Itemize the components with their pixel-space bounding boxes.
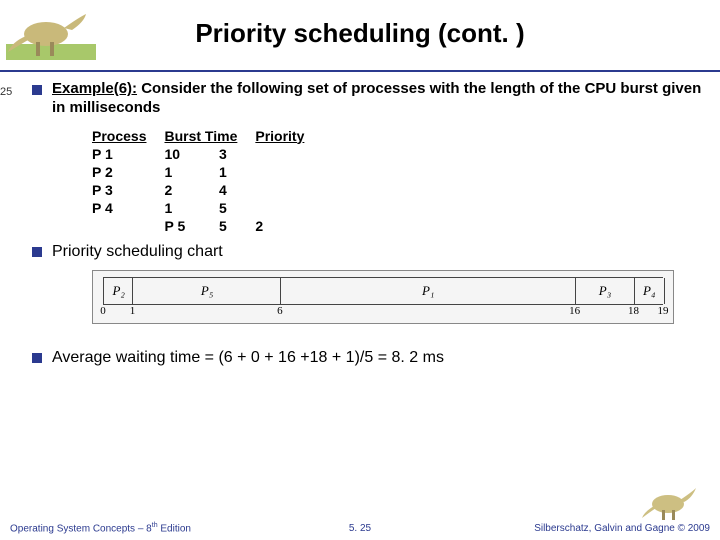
process-table: Process Burst Time Priority P 1 10 3 P 2… bbox=[92, 128, 710, 236]
cell-priority-extra: 2 bbox=[255, 218, 322, 236]
average-text: Average waiting time = (6 + 0 + 16 +18 +… bbox=[52, 348, 444, 368]
footer-left-a: Operating System Concepts – 8 bbox=[10, 523, 152, 534]
cell-burst-extra: 5 bbox=[219, 218, 255, 236]
bullet-example-text: Example(6): Consider the following set o… bbox=[52, 80, 710, 118]
col-burst: Burst Time bbox=[164, 128, 255, 146]
table-row: P 4 1 5 bbox=[92, 200, 322, 218]
cell-priority-col: 1 bbox=[219, 164, 255, 182]
table-row-extra: P 5 5 2 bbox=[92, 218, 322, 236]
table-row: P 1 10 3 bbox=[92, 146, 322, 164]
table-header-row: Process Burst Time Priority bbox=[92, 128, 322, 146]
bullet-square-icon bbox=[32, 353, 42, 363]
bullet-square-icon bbox=[32, 247, 42, 257]
gantt-chart: P₂ P₅ P₁ P₃ P₄ 0 1 6 16 18 19 bbox=[92, 270, 710, 324]
tick-19: 19 bbox=[658, 305, 669, 317]
dinosaur-left-image bbox=[6, 4, 96, 60]
footer: Operating System Concepts – 8th Edition … bbox=[0, 504, 720, 534]
gantt-bar: P₂ P₅ P₁ P₃ P₄ bbox=[103, 277, 663, 305]
tick-0: 0 bbox=[100, 305, 106, 317]
chart-label: Priority scheduling chart bbox=[52, 242, 223, 262]
tick-1: 1 bbox=[130, 305, 136, 317]
cell-process: P 2 bbox=[92, 164, 164, 182]
slide-title: Priority scheduling (cont. ) bbox=[0, 0, 720, 49]
gantt-ticks: 0 1 6 16 18 19 bbox=[103, 305, 663, 319]
gantt-seg-p2: P₂ bbox=[103, 278, 133, 304]
example-rest: Consider the following set of processes … bbox=[52, 80, 701, 116]
gantt-seg-p5: P₅ bbox=[132, 278, 280, 304]
col-priority: Priority bbox=[255, 128, 322, 146]
bullet-square-icon bbox=[32, 85, 42, 95]
gantt-seg-p4: P₄ bbox=[634, 278, 665, 304]
cell-process: P 1 bbox=[92, 146, 164, 164]
footer-left: Operating System Concepts – 8th Edition bbox=[10, 522, 191, 534]
footer-right: Silberschatz, Galvin and Gagne © 2009 bbox=[534, 523, 710, 534]
footer-left-b: Edition bbox=[158, 523, 191, 534]
col-process: Process bbox=[92, 128, 164, 146]
cell-priority-col: 4 bbox=[219, 182, 255, 200]
cell-burst: 2 bbox=[164, 182, 219, 200]
cell-burst: 1 bbox=[164, 200, 219, 218]
bullet-example: Example(6): Consider the following set o… bbox=[32, 80, 710, 118]
table-row: P 2 1 1 bbox=[92, 164, 322, 182]
example-label: Example(6): bbox=[52, 80, 137, 97]
cell-priority-col: 3 bbox=[219, 146, 255, 164]
header: Priority scheduling (cont. ) bbox=[0, 0, 720, 72]
cell-burst: 10 bbox=[164, 146, 219, 164]
gantt-seg-p3: P₃ bbox=[575, 278, 635, 304]
table-row: P 3 2 4 bbox=[92, 182, 322, 200]
gantt-box: P₂ P₅ P₁ P₃ P₄ 0 1 6 16 18 19 bbox=[92, 270, 674, 324]
bullet-chart: Priority scheduling chart bbox=[32, 242, 710, 262]
footer-center: 5. 25 bbox=[349, 523, 371, 534]
cell-process: P 4 bbox=[92, 200, 164, 218]
tick-16: 16 bbox=[569, 305, 580, 317]
content-area: Example(6): Consider the following set o… bbox=[32, 80, 710, 376]
cell-burst: 1 bbox=[164, 164, 219, 182]
cell-process-extra: P 5 bbox=[164, 218, 219, 236]
gantt-seg-p1: P₁ bbox=[280, 278, 576, 304]
cell-process: P 3 bbox=[92, 182, 164, 200]
cell-priority-col: 5 bbox=[219, 200, 255, 218]
tick-18: 18 bbox=[628, 305, 639, 317]
bullet-average: Average waiting time = (6 + 0 + 16 +18 +… bbox=[32, 348, 710, 368]
tick-6: 6 bbox=[277, 305, 283, 317]
page-side-number: 25 bbox=[0, 86, 12, 98]
